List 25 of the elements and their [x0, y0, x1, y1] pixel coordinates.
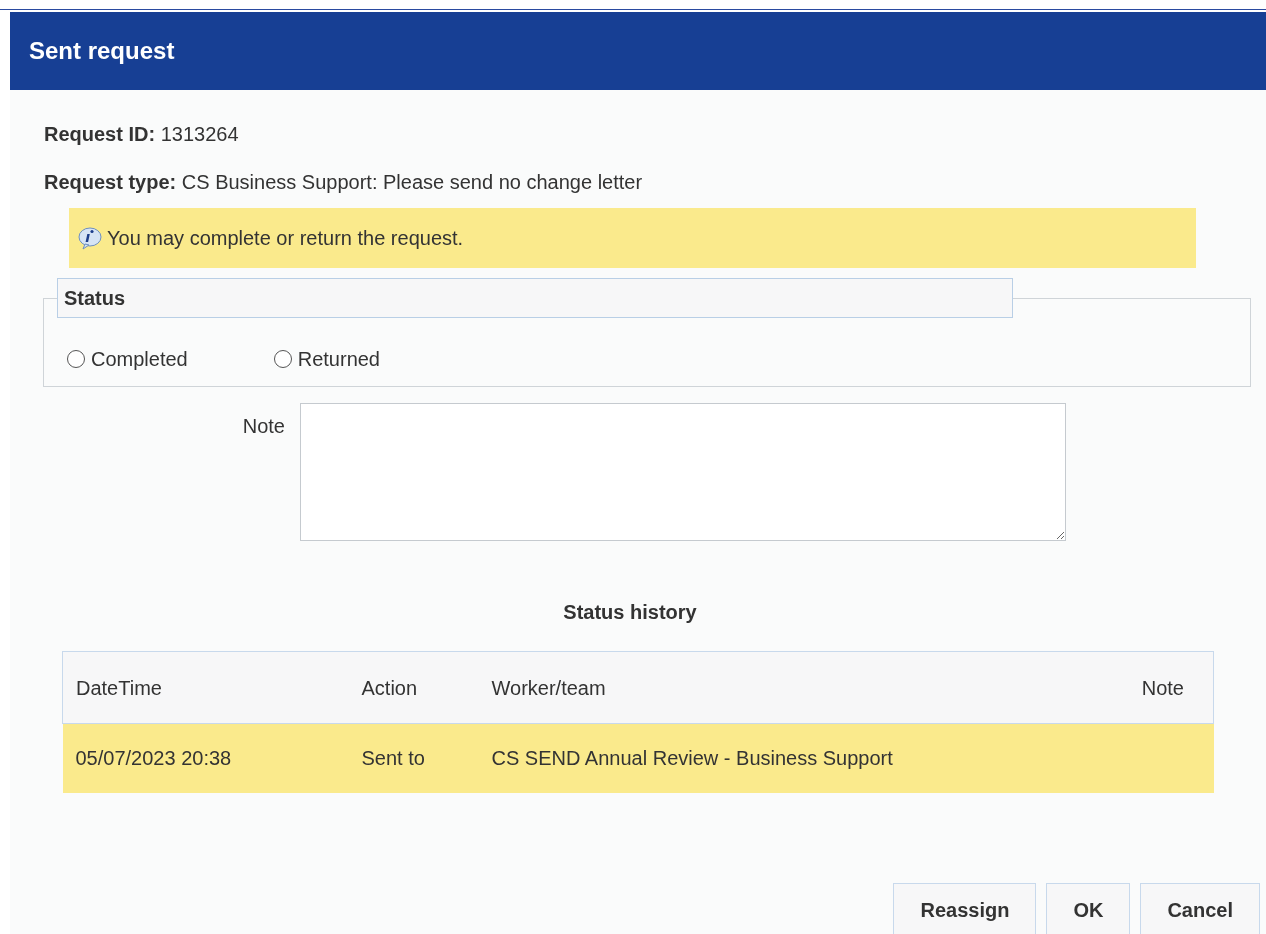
legend-text: Status: [64, 286, 126, 311]
column-header: Worker/team: [478, 651, 1114, 724]
column-header: Action: [348, 651, 479, 724]
note-field[interactable]: [300, 403, 1066, 541]
radio-option[interactable]: Returned: [273, 344, 380, 374]
radio-button[interactable]: [273, 350, 292, 368]
dialog-button[interactable]: OK: [1046, 882, 1131, 934]
radio-label: Returned: [297, 347, 380, 372]
radio-label: Completed: [91, 347, 188, 372]
table-cell: 05/07/2023 20:38: [75, 747, 232, 770]
table-cell: Sent to: [361, 747, 425, 770]
window-title: Sent request: [29, 36, 175, 66]
note-label: Note: [241, 414, 285, 439]
detail-text: Request type: CS Business Support: Please send no change letter: [44, 170, 644, 195]
detail-text: Request ID: 1313264: [44, 122, 240, 147]
table-cell: CS SEND Annual Review - Business Support: [491, 747, 893, 770]
info-icon: [77, 226, 103, 250]
radio-button[interactable]: [67, 350, 85, 368]
section-title: Status history: [563, 600, 697, 625]
column-header: DateTime: [62, 651, 349, 724]
dialog-button[interactable]: Reassign: [893, 882, 1037, 934]
notice-text: You may complete or return the request.: [107, 226, 464, 251]
column-header: Note: [1113, 651, 1214, 724]
dialog-button[interactable]: Cancel: [1140, 882, 1260, 934]
radio-option[interactable]: Completed: [67, 344, 188, 374]
